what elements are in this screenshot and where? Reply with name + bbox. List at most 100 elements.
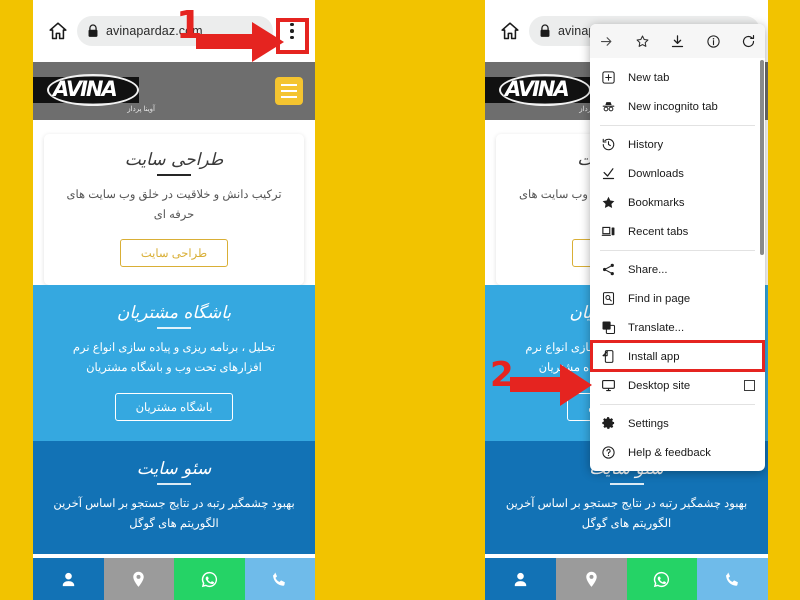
site-hamburger-menu-icon[interactable] [275, 77, 303, 105]
site-header: AVINA آوینا پرداز [33, 62, 315, 120]
section-title: طراحی سایت [124, 150, 225, 170]
menu-item-share[interactable]: Share... [590, 255, 765, 284]
phone-screenshot-left: avinapardaz.com AVINA آوینا پرداز طراحی … [33, 0, 315, 600]
section-web-design: طراحی سایت ترکیب دانش و خلاقیت در خلق وب… [44, 134, 304, 286]
menu-item-new-incognito-tab[interactable]: New incognito tab [590, 92, 765, 121]
menu-item-history[interactable]: History [590, 130, 765, 159]
download-icon[interactable] [670, 34, 685, 49]
bottom-action-phone[interactable] [244, 558, 315, 600]
menu-item-label: Desktop site [628, 379, 691, 392]
phone-screenshot-right: avinapar AVINA آوینا پرداز طراحی سایت تر… [485, 0, 768, 600]
annotation-arrow-1 [196, 22, 284, 62]
install-app-icon [600, 348, 617, 365]
star-icon[interactable] [635, 34, 650, 49]
section-cta-button[interactable]: باشگاه مشتریان [114, 392, 234, 421]
share-icon [600, 261, 617, 278]
menu-top-actions [590, 24, 765, 58]
section-title: باشگاه مشتریان [116, 303, 232, 324]
bottom-action-user[interactable] [33, 558, 104, 600]
menu-item-label: Share... [628, 263, 668, 276]
menu-item-label: Recent tabs [628, 225, 689, 238]
annotation-arrow-2 [510, 364, 592, 406]
user-icon [62, 572, 74, 586]
logo-wordmark: AVINA [505, 77, 570, 101]
menu-item-label: Bookmarks [628, 196, 685, 209]
menu-item-label: Downloads [628, 167, 684, 180]
section-customer-club: باشگاه مشتریان تحلیل ، برنامه ریزی و پیا… [33, 285, 315, 441]
star-filled-icon [600, 194, 617, 211]
menu-item-downloads[interactable]: Downloads [590, 159, 765, 188]
section-description: بهبود چشمگیر رتبه در نتایج جستجو بر اساس… [53, 497, 295, 530]
menu-item-translate[interactable]: Translate... [590, 313, 765, 342]
menu-item-label: New incognito tab [628, 100, 718, 113]
section-seo: سئو سایت بهبود چشمگیر رتبه در نتایج جستج… [33, 440, 315, 554]
site-logo[interactable]: AVINA آوینا پرداز [33, 68, 159, 114]
logo-wordmark: AVINA [53, 77, 118, 101]
forward-arrow-icon[interactable] [599, 34, 614, 49]
section-description: تحلیل ، برنامه ریزی و پیاده سازی انواع ن… [72, 342, 276, 375]
menu-item-find-in-page[interactable]: Find in page [590, 284, 765, 313]
logo-subtext: آوینا پرداز [127, 106, 155, 113]
section-cta-button[interactable]: طراحی سایت [119, 239, 229, 268]
menu-item-help-feedback[interactable]: Help & feedback [590, 438, 765, 467]
home-icon[interactable] [47, 20, 69, 42]
reload-icon[interactable] [741, 34, 756, 49]
lock-icon [88, 24, 98, 37]
menu-item-bookmarks[interactable]: Bookmarks [590, 188, 765, 217]
home-icon[interactable] [499, 20, 521, 42]
menu-divider [600, 125, 755, 126]
menu-item-desktop-site[interactable]: Desktop site [590, 371, 765, 400]
whatsapp-icon [654, 571, 670, 587]
menu-item-new-tab[interactable]: New tab [590, 63, 765, 92]
location-pin-icon [585, 571, 597, 587]
bottom-action-whatsapp[interactable] [174, 558, 245, 600]
section-description: بهبود چشمگیر رتبه در نتایج جستجو بر اساس… [505, 497, 748, 530]
menu-item-label: Help & feedback [628, 446, 711, 459]
phone-icon [726, 572, 739, 586]
title-underline [157, 482, 191, 485]
desktop-site-icon [600, 377, 617, 394]
menu-items-list: New tab New incognito tab History Downlo… [590, 58, 765, 471]
site-bottom-action-bar [485, 558, 768, 600]
section-title: سئو سایت [136, 458, 212, 479]
menu-item-label: New tab [628, 71, 670, 84]
recent-tabs-icon [600, 223, 617, 240]
desktop-site-checkbox[interactable] [744, 380, 755, 391]
settings-gear-icon [600, 415, 617, 432]
lock-icon [540, 24, 550, 37]
bottom-action-location[interactable] [103, 558, 174, 600]
website-content-left: AVINA آوینا پرداز طراحی سایت ترکیب دانش … [33, 62, 315, 600]
menu-scrollbar[interactable] [760, 60, 764, 255]
bottom-action-location[interactable] [555, 558, 627, 600]
menu-item-label: Translate... [628, 321, 685, 334]
incognito-icon [600, 98, 617, 115]
translate-icon [600, 319, 617, 336]
menu-divider [600, 250, 755, 251]
new-tab-icon [600, 69, 617, 86]
title-underline [157, 327, 191, 330]
section-description: ترکیب دانش و خلاقیت در خلق وب سایت های ح… [66, 189, 282, 222]
whatsapp-icon [201, 571, 217, 587]
menu-item-recent-tabs[interactable]: Recent tabs [590, 217, 765, 246]
user-icon [514, 572, 527, 586]
title-underline [609, 482, 644, 485]
title-underline [157, 174, 191, 176]
history-icon [600, 136, 617, 153]
bottom-action-phone[interactable] [697, 558, 768, 600]
site-bottom-action-bar [33, 558, 315, 600]
info-icon[interactable] [706, 34, 721, 49]
help-icon [600, 444, 617, 461]
location-pin-icon [133, 571, 144, 587]
menu-item-install-app[interactable]: Install app [590, 340, 765, 372]
menu-item-label: History [628, 138, 664, 151]
downloads-icon [600, 165, 617, 182]
menu-item-label: Find in page [628, 292, 691, 305]
bottom-action-user[interactable] [485, 558, 556, 600]
menu-divider [600, 404, 755, 405]
menu-item-settings[interactable]: Settings [590, 409, 765, 438]
bottom-action-whatsapp[interactable] [626, 558, 698, 600]
phone-icon [273, 572, 286, 586]
find-in-page-icon [600, 290, 617, 307]
chrome-overflow-menu: New tab New incognito tab History Downlo… [590, 24, 765, 471]
menu-item-label: Install app [628, 350, 680, 363]
